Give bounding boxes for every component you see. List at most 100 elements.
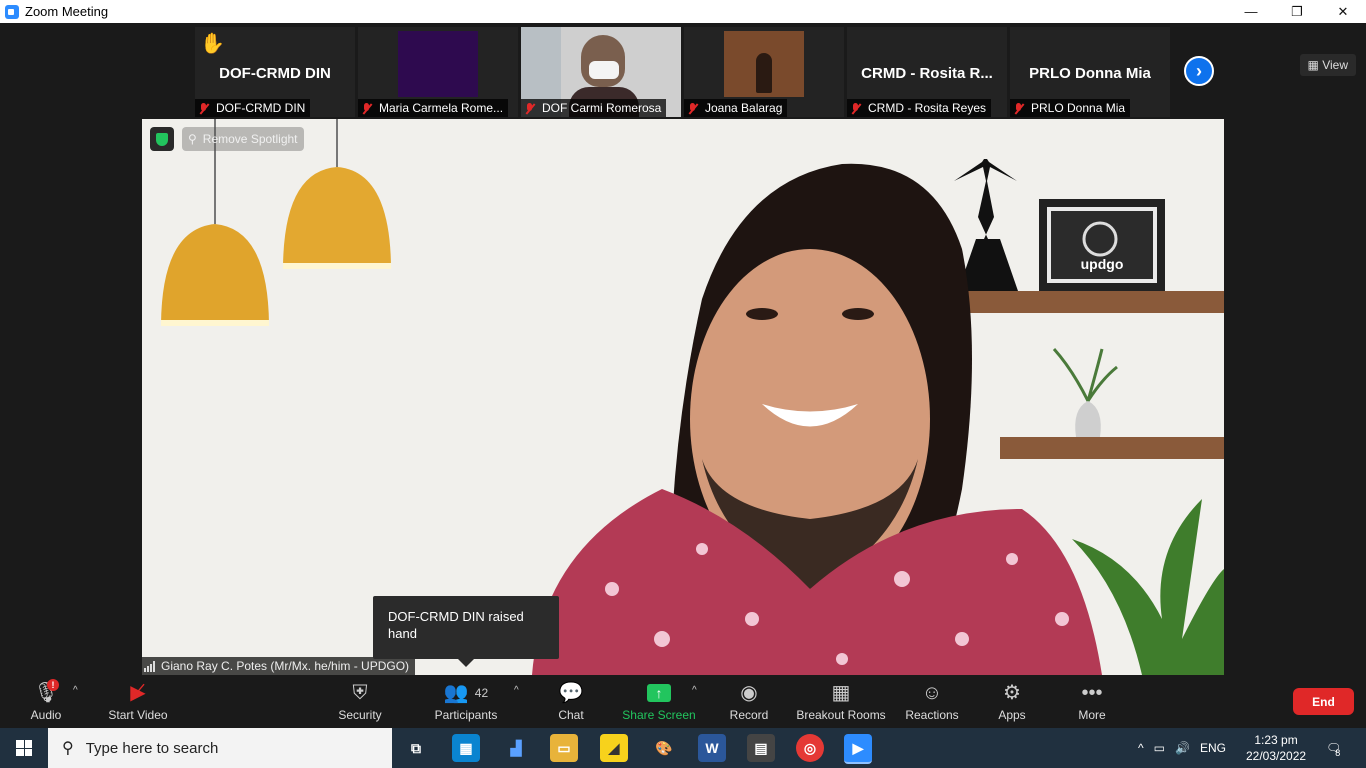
chrome-browser-icon[interactable]: ◎ <box>796 734 824 762</box>
apps-button[interactable]: ⚙ Apps <box>986 675 1038 728</box>
file-explorer-icon[interactable]: ▭ <box>550 734 578 762</box>
participant-nameplate: DOF-CRMD DIN <box>195 99 311 117</box>
minimize-button[interactable]: — <box>1228 0 1274 23</box>
mic-muted-icon <box>524 102 536 115</box>
participant-nameplate: PRLO Donna Mia <box>1010 99 1131 117</box>
end-meeting-button[interactable]: End <box>1293 688 1354 715</box>
spotlight-video: updgo ⚲ Remove Spotlight Giano Ray C. Pot… <box>142 119 1224 675</box>
participant-label: PRLO Donna Mia <box>1031 101 1126 115</box>
participant-nameplate: Maria Carmela Rome... <box>358 99 509 117</box>
share-options-caret[interactable]: ^ <box>692 685 697 696</box>
network-icon[interactable]: ▭ <box>1154 741 1165 755</box>
participant-tile[interactable]: CRMD - Rosita R... CRMD - Rosita Reyes <box>847 27 1007 117</box>
paint-app-icon[interactable]: 🎨 <box>650 734 678 762</box>
signal-strength-icon <box>144 660 155 672</box>
participants-button[interactable]: 👥 42 Participants <box>430 675 502 728</box>
windows-taskbar: ⚲ Type here to search ⧉ ▦ ▟ ▭ ◢ 🎨 W ▤ ◎ … <box>0 728 1366 768</box>
participant-label: CRMD - Rosita Reyes <box>868 101 987 115</box>
poster-text: updgo <box>1081 256 1124 272</box>
next-page-button[interactable]: › <box>1184 56 1214 86</box>
participants-count: 42 <box>474 686 489 700</box>
audio-warning-badge: ! <box>47 679 59 691</box>
shield-icon: ⛨ <box>352 682 368 704</box>
participant-tile[interactable]: PRLO Donna Mia PRLO Donna Mia <box>1010 27 1170 117</box>
analytics-app-icon[interactable]: ▟ <box>502 734 530 762</box>
view-button[interactable]: ▦ View <box>1299 54 1356 76</box>
face-mask <box>589 61 619 79</box>
tooltip-text: DOF-CRMD DIN raised hand <box>388 609 524 641</box>
window-title: Zoom Meeting <box>25 4 109 19</box>
task-view-icon[interactable]: ⧉ <box>402 734 430 762</box>
security-button[interactable]: ⛨ Security <box>330 675 390 728</box>
sticky-notes-icon[interactable]: ◢ <box>600 734 628 762</box>
taskbar-clock[interactable]: 1:23 pm 22/03/2022 <box>1246 732 1306 764</box>
word-app-icon[interactable]: W <box>698 734 726 762</box>
video-off-icon: ▶̸ <box>130 682 146 704</box>
window-titlebar: Zoom Meeting — ❐ ✕ <box>0 0 1366 23</box>
store-app-icon[interactable]: ▦ <box>452 734 480 762</box>
remove-spotlight-button[interactable]: ⚲ Remove Spotlight <box>182 127 304 151</box>
breakout-rooms-icon: ▦ <box>831 682 851 704</box>
audio-options-caret[interactable]: ^ <box>73 685 78 696</box>
participant-label: DOF-CRMD DIN <box>216 101 306 115</box>
reactions-button[interactable]: ☺ Reactions <box>902 675 962 728</box>
record-icon: ◉ <box>740 682 758 704</box>
wall-shelf <box>942 291 1224 313</box>
start-button[interactable] <box>0 728 48 768</box>
participant-big-name: PRLO Donna Mia <box>1029 65 1151 82</box>
zoom-app-icon <box>5 4 19 19</box>
participant-tile[interactable]: Maria Carmela Rome... <box>358 27 518 117</box>
grid-view-icon: ▦ <box>1307 58 1323 72</box>
chevron-up-icon[interactable]: ^ <box>1138 741 1144 755</box>
participant-big-name: DOF-CRMD DIN <box>219 65 331 82</box>
participants-icon: 👥 42 <box>443 682 489 704</box>
participant-nameplate: DOF Carmi Romerosa <box>521 99 667 117</box>
raised-hand-tooltip: DOF-CRMD DIN raised hand <box>373 596 559 667</box>
windows-logo-icon <box>16 740 32 756</box>
security-shield-icon <box>150 127 174 151</box>
participant-nameplate: CRMD - Rosita Reyes <box>847 99 992 117</box>
mic-muted-icon <box>361 102 373 115</box>
participant-tile[interactable]: ✋ DOF-CRMD DIN DOF-CRMD DIN <box>195 27 355 117</box>
calculator-app-icon[interactable]: ▤ <box>747 734 775 762</box>
participant-big-name: CRMD - Rosita R... <box>861 65 993 82</box>
share-screen-button[interactable]: ↑ Share Screen <box>620 675 698 728</box>
participant-tile[interactable]: Joana Balarag <box>684 27 844 117</box>
raised-hand-icon: ✋ <box>200 33 225 55</box>
more-button[interactable]: ••• More <box>1066 675 1118 728</box>
more-icon: ••• <box>1081 682 1103 704</box>
share-screen-icon: ↑ <box>647 684 671 702</box>
notification-count: 8 <box>1335 748 1341 758</box>
participant-video <box>398 31 478 97</box>
speaker-name: Giano Ray C. Potes (Mr/Mx. he/him - UPDG… <box>161 659 410 673</box>
search-placeholder: Type here to search <box>85 739 219 757</box>
volume-icon[interactable]: 🔊 <box>1175 741 1190 755</box>
pin-icon: ⚲ <box>188 132 197 146</box>
mic-muted-icon <box>198 102 210 115</box>
start-video-button[interactable]: ▶̸ Start Video <box>100 675 176 728</box>
meeting-toolbar: 🎙 Audio ! ^ ▶̸ Start Video ⛨ Security 👥 4… <box>0 675 1366 728</box>
taskbar-search[interactable]: ⚲ Type here to search <box>48 728 392 768</box>
reactions-icon: ☺ <box>921 682 943 704</box>
participant-label: Maria Carmela Rome... <box>379 101 504 115</box>
record-button[interactable]: ◉ Record <box>722 675 776 728</box>
participant-label: Joana Balarag <box>705 101 783 115</box>
zoom-app-taskbar-icon[interactable]: ▶ <box>844 734 872 764</box>
participant-tile[interactable]: DOF Carmi Romerosa <box>521 27 681 117</box>
participant-label: DOF Carmi Romerosa <box>542 101 662 115</box>
language-indicator[interactable]: ENG <box>1200 741 1226 755</box>
clock-date: 22/03/2022 <box>1246 749 1307 763</box>
breakout-rooms-button[interactable]: ▦ Breakout Rooms <box>793 675 889 728</box>
maximize-button[interactable]: ❐ <box>1274 0 1320 23</box>
participants-options-caret[interactable]: ^ <box>514 685 519 696</box>
mic-muted-icon <box>850 102 862 115</box>
close-button[interactable]: ✕ <box>1320 0 1366 23</box>
system-tray: ^ ▭ 🔊 ENG <box>1138 728 1226 768</box>
chevron-right-icon: › <box>1196 60 1202 81</box>
notification-center-button[interactable]: 🗨 8 <box>1326 728 1341 768</box>
video-frame: updgo <box>142 119 1224 675</box>
search-icon: ⚲ <box>62 740 74 757</box>
chat-button[interactable]: 💬 Chat <box>545 675 597 728</box>
audio-button[interactable]: 🎙 Audio <box>16 675 76 728</box>
wall-shelf <box>1000 437 1224 459</box>
